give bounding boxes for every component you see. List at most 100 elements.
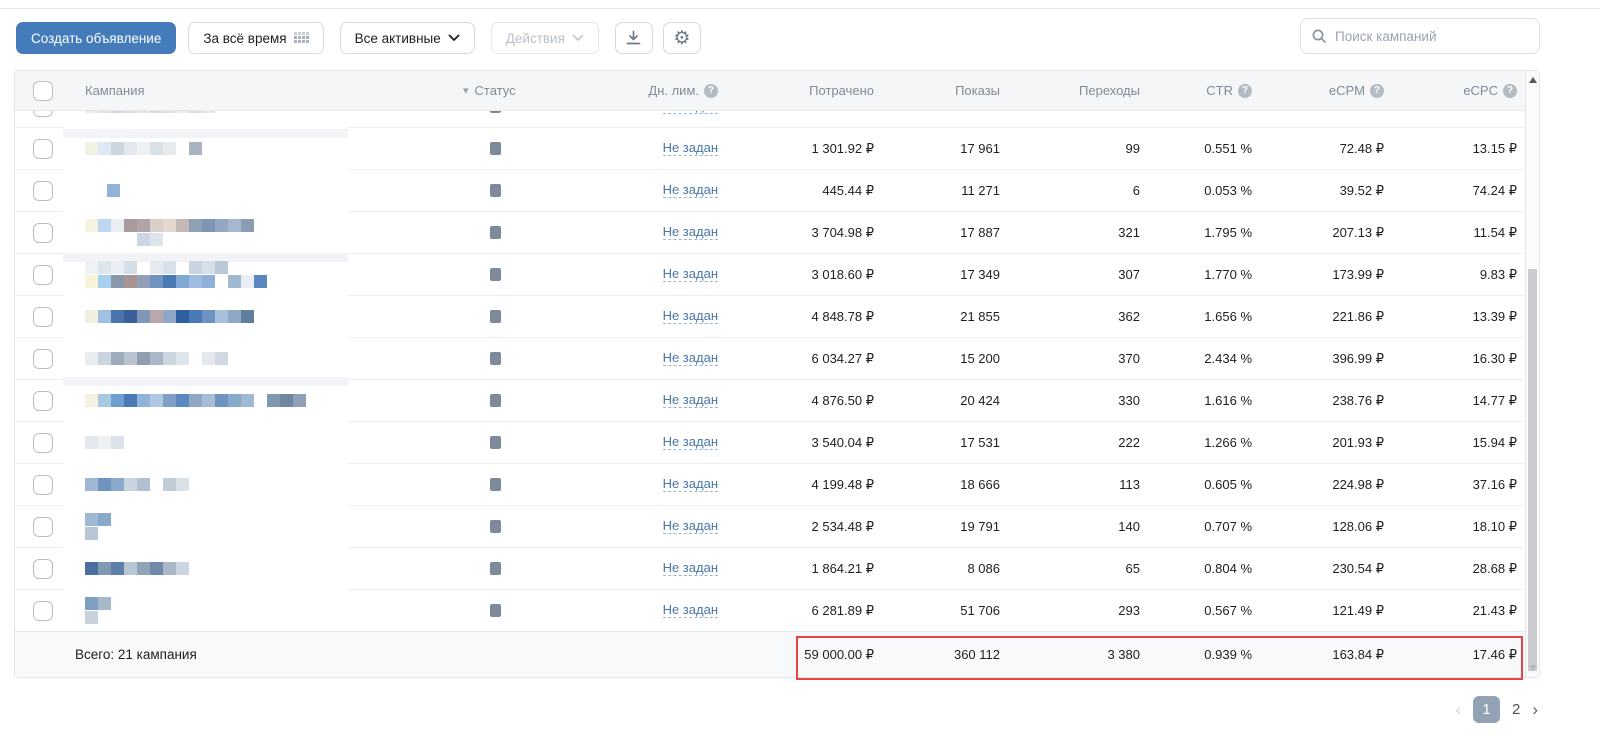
scrollbar-thumb[interactable] (1528, 269, 1537, 671)
campaign-name-blurred[interactable] (85, 394, 306, 407)
campaign-name-blurred[interactable] (85, 111, 215, 113)
export-button[interactable] (615, 22, 653, 54)
campaign-name-blurred[interactable] (85, 436, 124, 449)
gear-icon: ⚙ (673, 29, 690, 48)
help-icon[interactable]: ? (1238, 84, 1252, 98)
top-divider (0, 8, 1600, 9)
column-daily-limit[interactable]: Дн. лим. ? (553, 71, 728, 110)
table-row[interactable]: Не задан 3 704.98 ₽ 17 887 321 1.795 % 2… (15, 211, 1539, 253)
table-row[interactable]: Не задан 6 281.89 ₽ 51 706 293 0.567 % 1… (15, 589, 1539, 631)
campaign-name-blurred[interactable] (85, 310, 254, 323)
column-shows[interactable]: Показы (890, 71, 1016, 110)
status-filter-dropdown[interactable]: Все активные (340, 22, 475, 54)
daily-limit-link[interactable]: Не задан (663, 393, 718, 409)
campaign-name-blurred[interactable] (85, 513, 111, 540)
shows-value: 20 424 (890, 380, 1016, 421)
help-icon[interactable]: ? (704, 84, 718, 98)
table-row[interactable]: Не задан 3 540.04 ₽ 17 531 222 1.266 % 2… (15, 421, 1539, 463)
row-checkbox[interactable] (33, 265, 53, 285)
column-ctr[interactable]: CTR ? (1156, 71, 1274, 110)
daily-limit-link[interactable]: Не задан (663, 435, 718, 451)
shows-value: 17 961 (890, 128, 1016, 169)
campaign-name-blurred[interactable] (85, 352, 228, 365)
daily-limit-link[interactable]: Не задан (663, 351, 718, 367)
create-ad-button[interactable]: Создать объявление (16, 22, 176, 54)
daily-limit-link[interactable]: Не задан (663, 225, 718, 241)
campaign-name-blurred[interactable] (85, 562, 189, 575)
row-checkbox[interactable] (33, 223, 53, 243)
ctr-value: 1.795 % (1156, 212, 1274, 253)
row-checkbox[interactable] (33, 139, 53, 159)
spent-value: 3 018.60 ₽ (728, 254, 890, 295)
daily-limit-link[interactable]: Не задан (663, 141, 718, 157)
daily-limit-link[interactable]: Не задан (663, 519, 718, 535)
page-2-button[interactable]: 2 (1512, 701, 1520, 718)
column-ecpm[interactable]: eCPM ? (1274, 71, 1406, 110)
actions-dropdown[interactable]: Действия (491, 22, 599, 54)
campaign-name-blurred[interactable] (107, 184, 120, 197)
row-checkbox[interactable] (33, 559, 53, 579)
row-checkbox[interactable] (33, 307, 53, 327)
table-row[interactable]: Не задан 445.44 ₽ 11 271 6 0.053 % 39.52… (15, 169, 1539, 211)
daily-limit-link[interactable]: Не задан (663, 111, 718, 114)
help-icon[interactable]: ? (1370, 84, 1384, 98)
settings-button[interactable]: ⚙ (663, 22, 701, 54)
scroll-down-arrow-icon[interactable] (1529, 665, 1537, 671)
table-row[interactable]: Не задан 3 018.60 ₽ 17 349 307 1.770 % 1… (15, 253, 1539, 295)
period-label: За всё время (203, 31, 286, 46)
daily-limit-link[interactable]: Не задан (663, 309, 718, 325)
prev-page-button[interactable]: ‹ (1455, 700, 1461, 720)
daily-limit-link[interactable]: Не задан (663, 183, 718, 199)
campaign-name-blurred[interactable] (85, 142, 202, 155)
status-indicator-icon (490, 520, 501, 533)
campaign-name-blurred[interactable] (85, 597, 111, 624)
table-row[interactable]: Не задан 1 864.21 ₽ 8 086 65 0.804 % 230… (15, 547, 1539, 589)
column-status[interactable]: ▾ Статус (461, 71, 553, 110)
spent-value: 4 199.48 ₽ (728, 464, 890, 505)
next-page-button[interactable]: › (1532, 700, 1538, 720)
status-indicator-icon (490, 562, 501, 575)
ecpm-value: 224.98 ₽ (1274, 464, 1406, 505)
period-filter-button[interactable]: За всё время (188, 22, 323, 54)
page-1-button[interactable]: 1 (1473, 696, 1500, 723)
row-checkbox[interactable] (33, 601, 53, 621)
status-indicator-icon (490, 394, 501, 407)
daily-limit-link[interactable]: Не задан (663, 603, 718, 619)
daily-limit-link[interactable]: Не задан (663, 561, 718, 577)
select-all-checkbox[interactable] (33, 81, 53, 101)
scroll-up-arrow-icon[interactable] (1529, 77, 1537, 83)
daily-limit-link[interactable]: Не задан (663, 267, 718, 283)
column-clicks[interactable]: Переходы (1016, 71, 1156, 110)
table-row[interactable]: Не задан 4 199.48 ₽ 18 666 113 0.605 % 2… (15, 463, 1539, 505)
search-input[interactable] (1335, 29, 1529, 44)
row-checkbox[interactable] (33, 433, 53, 453)
ecpm-value: 121.49 ₽ (1274, 590, 1406, 631)
column-campaign[interactable]: Кампания (71, 71, 461, 110)
campaign-name-blurred[interactable] (85, 261, 267, 288)
help-icon[interactable]: ? (1503, 84, 1517, 98)
row-checkbox[interactable] (33, 475, 53, 495)
row-checkbox[interactable] (33, 391, 53, 411)
clicks-value: 65 (1016, 548, 1156, 589)
row-checkbox[interactable] (33, 111, 53, 117)
campaign-name-blurred[interactable] (85, 478, 189, 491)
table-row[interactable]: Не задан 2 145.04 ₽ 41 475 101 0.455 % 5… (15, 111, 1539, 127)
ecpc-value: 13.39 ₽ (1406, 296, 1527, 337)
table-row[interactable]: Не задан 4 848.78 ₽ 21 855 362 1.656 % 2… (15, 295, 1539, 337)
campaign-search[interactable] (1300, 18, 1540, 54)
column-ecpc[interactable]: eCPC ? (1406, 71, 1527, 110)
status-indicator-icon (490, 436, 501, 449)
table-row[interactable]: Не задан 4 876.50 ₽ 20 424 330 1.616 % 2… (15, 379, 1539, 421)
campaign-name-blurred[interactable] (85, 219, 254, 246)
daily-limit-link[interactable]: Не задан (663, 477, 718, 493)
row-checkbox[interactable] (33, 349, 53, 369)
row-checkbox[interactable] (33, 517, 53, 537)
row-checkbox[interactable] (33, 181, 53, 201)
column-spent[interactable]: Потрачено (728, 71, 890, 110)
vertical-scrollbar[interactable] (1525, 71, 1539, 677)
ctr-value: 0.551 % (1156, 128, 1274, 169)
table-row[interactable]: Не задан 2 534.48 ₽ 19 791 140 0.707 % 1… (15, 505, 1539, 547)
table-row[interactable]: Не задан 1 301.92 ₽ 17 961 99 0.551 % 72… (15, 127, 1539, 169)
calendar-grid-icon (294, 31, 309, 45)
table-row[interactable]: Не задан 6 034.27 ₽ 15 200 370 2.434 % 3… (15, 337, 1539, 379)
